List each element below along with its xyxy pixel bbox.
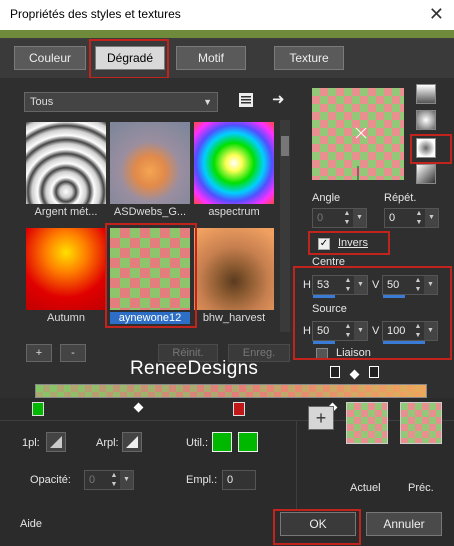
previous-gradient-sample[interactable] <box>400 402 442 444</box>
highlight-radial-mode <box>410 134 452 164</box>
color-stop-green[interactable] <box>32 402 44 416</box>
chevron-down-icon: ▼ <box>203 97 212 107</box>
top-stop-left[interactable] <box>330 366 340 378</box>
top-stop-right[interactable] <box>369 366 379 378</box>
thumb-label: aspectrum <box>208 206 260 218</box>
gradient-thumb-bhw-harvest[interactable]: bhw_harvest <box>194 228 274 324</box>
use-color-swatch-2[interactable] <box>238 432 258 452</box>
thumb-label: bhw_harvest <box>202 312 266 324</box>
spinner-arrows-icon[interactable]: ▲ ▼ <box>109 471 119 489</box>
highlight-center-source <box>293 266 452 360</box>
gradient-editor-bar[interactable] <box>35 384 427 398</box>
gradient-thumb-aspectrum[interactable]: aspectrum <box>194 122 274 218</box>
first-plan-icon[interactable] <box>46 432 66 452</box>
previous-label: Préc. <box>408 482 434 494</box>
thumb-label: Autumn <box>47 312 85 324</box>
rectangular-mode-icon[interactable] <box>416 110 436 130</box>
location-field[interactable]: 0 <box>222 470 256 490</box>
first-plan-label: 1pl: <box>22 437 40 449</box>
opacity-spinner[interactable]: 0 ▲ ▼ ▼ <box>84 470 134 490</box>
arrow-plan-icon[interactable] <box>122 432 142 452</box>
help-link[interactable]: Aide <box>20 518 42 530</box>
arrow-plan-label: Arpl: <box>96 437 119 449</box>
location-label: Empl.: <box>186 474 218 486</box>
current-label: Actuel <box>350 482 381 494</box>
title-bar: Propriétés des styles et textures ✕ <box>0 0 454 30</box>
angle-spinner[interactable]: 0 ▲ ▼ ▼ <box>312 208 367 228</box>
add-to-library-button[interactable]: + <box>308 406 334 430</box>
use-color-swatch-1[interactable] <box>212 432 232 452</box>
library-scrollbar[interactable] <box>280 120 290 332</box>
opacity-label: Opacité: <box>30 474 71 486</box>
repeat-label: Répét. <box>384 192 417 204</box>
tab-couleur[interactable]: Couleur <box>14 46 86 70</box>
background-strip <box>0 30 454 38</box>
tab-motif[interactable]: Motif <box>176 46 246 70</box>
gradient-thumb-asdwebs[interactable]: ASDwebs_G... <box>110 122 190 218</box>
highlight-ok <box>273 509 361 545</box>
chevron-down-icon[interactable]: ▼ <box>120 471 133 489</box>
repeat-spinner[interactable]: 0 ▲ ▼ ▼ <box>384 208 439 228</box>
tab-texture[interactable]: Texture <box>274 46 344 70</box>
cancel-button[interactable]: Annuler <box>366 512 442 536</box>
linear-mode-icon[interactable] <box>416 84 436 104</box>
highlight-tab-degrade <box>89 39 169 79</box>
thumb-label: ASDwebs_G... <box>113 206 187 218</box>
gradient-thumb-autumn[interactable]: Autumn <box>26 228 106 324</box>
close-icon[interactable]: ✕ <box>429 4 444 25</box>
window-title: Propriétés des styles et textures <box>10 7 181 21</box>
thumb-label: Argent mét... <box>34 206 98 218</box>
tab-bar: Couleur Dégradé Motif Texture <box>0 38 454 78</box>
highlight-selected-thumb <box>105 223 197 328</box>
angle-label: Angle <box>312 192 341 204</box>
gradient-preview[interactable] <box>312 88 404 180</box>
add-gradient-button[interactable]: + <box>26 344 52 362</box>
spinner-arrows-icon[interactable]: ▲ ▼ <box>342 209 352 227</box>
category-dropdown[interactable]: Tous ▼ <box>24 92 218 112</box>
chevron-down-icon[interactable]: ▼ <box>353 209 366 227</box>
chevron-down-icon[interactable]: ▼ <box>425 209 438 227</box>
arrow-right-icon[interactable]: ➜ <box>272 90 288 108</box>
highlight-invert <box>308 231 390 255</box>
divider <box>296 420 297 510</box>
scrollbar-thumb[interactable] <box>281 136 289 156</box>
color-midpoint-1[interactable] <box>133 402 144 413</box>
gradient-thumb-argent[interactable]: Argent mét... <box>26 122 106 218</box>
spinner-arrows-icon[interactable]: ▲ ▼ <box>414 209 424 227</box>
category-value: Tous <box>30 96 54 108</box>
remove-gradient-button[interactable]: - <box>60 344 86 362</box>
use-label: Util.: <box>186 437 208 449</box>
current-gradient-sample[interactable] <box>346 402 388 444</box>
color-stop-red[interactable] <box>233 402 245 416</box>
library-list-icon[interactable] <box>238 92 254 108</box>
watermark-text: ReneeDesigns <box>130 358 259 379</box>
sunburst-mode-icon[interactable] <box>416 164 436 184</box>
